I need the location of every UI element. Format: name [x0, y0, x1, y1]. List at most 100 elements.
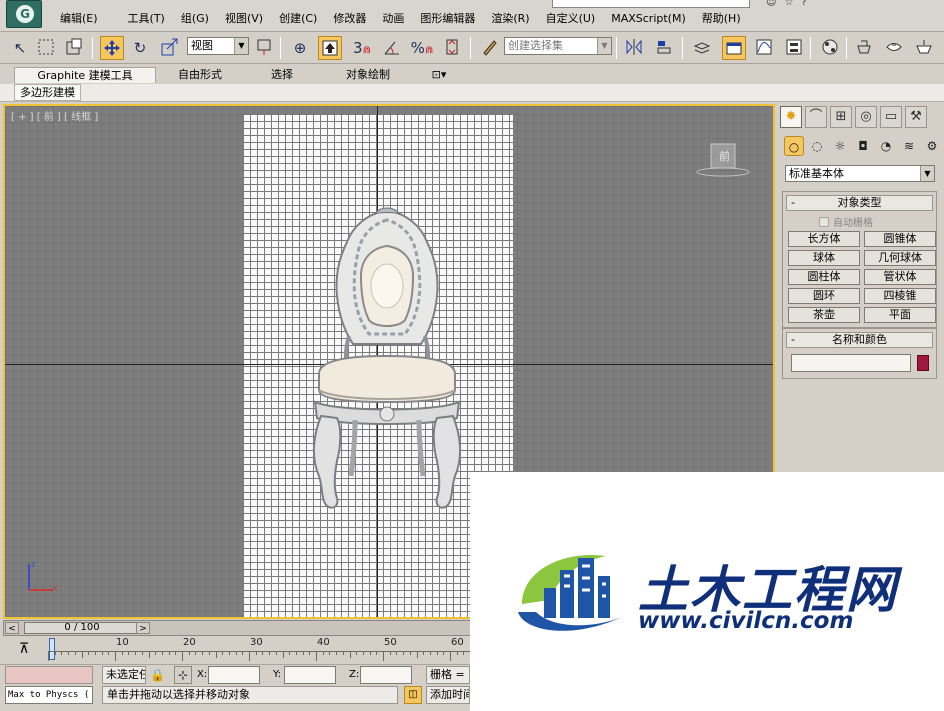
sphere-button[interactable]: 球体: [788, 250, 860, 266]
select-and-scale-icon[interactable]: [158, 36, 182, 60]
teapot-button[interactable]: 茶壶: [788, 307, 860, 323]
time-prev-arrow[interactable]: <: [5, 622, 19, 634]
time-next-arrow[interactable]: >: [136, 622, 150, 634]
tube-button[interactable]: 管状体: [864, 269, 936, 285]
percent-snap-icon[interactable]: %⋒: [410, 36, 434, 60]
lock-icon[interactable]: 🔒: [150, 668, 165, 682]
z-coord-input[interactable]: [360, 666, 412, 684]
viewport-label[interactable]: [ + ] [ 前 ] [ 线框 ]: [11, 108, 98, 123]
object-type-header[interactable]: - 对象类型: [786, 195, 933, 211]
manipulate-icon[interactable]: ⊕: [288, 36, 312, 60]
ruler-tick: [141, 652, 143, 655]
motion-tab-icon[interactable]: ◎: [855, 106, 877, 128]
y-coord-input[interactable]: [284, 666, 336, 684]
space-warps-icon[interactable]: ≋: [899, 136, 919, 156]
favorites-icon[interactable]: ☆: [784, 0, 793, 8]
time-slider-thumb[interactable]: 0 / 100: [24, 622, 140, 634]
menu-views[interactable]: 视图(V): [217, 12, 271, 26]
tab-freeform[interactable]: 自由形式: [164, 67, 236, 83]
ribbon-options-icon[interactable]: ⊡▾: [424, 67, 454, 83]
ruler-tick: [68, 652, 70, 655]
shapes-icon[interactable]: ◌: [807, 136, 827, 156]
menu-maxscript[interactable]: MAXScript(M): [603, 12, 694, 26]
menu-customize[interactable]: 自定义(U): [538, 12, 604, 26]
open-mini-curve-editor-icon[interactable]: ⊼: [12, 639, 36, 659]
material-editor-icon[interactable]: [818, 36, 842, 60]
tab-selection[interactable]: 选择: [254, 67, 310, 83]
menu-group[interactable]: 组(G): [173, 12, 217, 26]
x-coord-input[interactable]: [208, 666, 260, 684]
snaps-toggle-icon[interactable]: 3⋒: [350, 36, 374, 60]
torus-button[interactable]: 圆环: [788, 288, 860, 304]
render-setup-icon[interactable]: [852, 36, 876, 60]
cylinder-button[interactable]: 圆柱体: [788, 269, 860, 285]
select-link-icon[interactable]: ↖: [8, 36, 32, 60]
key-filter-icon[interactable]: ◫: [404, 686, 422, 704]
select-and-move-icon[interactable]: [100, 36, 124, 60]
time-slider[interactable]: < 0 / 100 >: [3, 620, 473, 636]
application-button[interactable]: G: [6, 0, 42, 28]
menu-tools[interactable]: 工具(T): [120, 12, 173, 26]
rect-selection-icon[interactable]: [34, 36, 58, 60]
help-icon[interactable]: ?: [801, 0, 806, 8]
box-button[interactable]: 长方体: [788, 231, 860, 247]
keyboard-shortcut-toggle-icon[interactable]: [318, 36, 342, 60]
angle-snap-icon[interactable]: [380, 36, 404, 60]
name-color-header[interactable]: - 名称和颜色: [786, 332, 933, 348]
schematic-view-icon[interactable]: [782, 36, 806, 60]
window-crossing-icon[interactable]: [62, 36, 86, 60]
absolute-mode-icon[interactable]: ⊹: [174, 666, 192, 684]
geometry-icon[interactable]: ○: [784, 136, 804, 156]
chair-model[interactable]: [297, 206, 477, 516]
pyramid-button[interactable]: 四棱锥: [864, 288, 936, 304]
rendered-frame-icon[interactable]: [882, 36, 906, 60]
spinner-snap-icon[interactable]: [440, 36, 464, 60]
mirror-icon[interactable]: [622, 36, 646, 60]
ribbon-tabs: Graphite 建模工具 自由形式 选择 对象绘制 ⊡▾: [0, 65, 944, 84]
tab-object-paint[interactable]: 对象绘制: [326, 67, 410, 83]
menu-help[interactable]: 帮助(H): [694, 12, 749, 26]
align-icon[interactable]: [652, 36, 676, 60]
menu-animation[interactable]: 动画: [374, 12, 412, 26]
select-and-rotate-icon[interactable]: ↻: [128, 36, 152, 60]
modify-tab-icon[interactable]: ⌒: [805, 106, 827, 128]
tab-graphite-modeling[interactable]: Graphite 建模工具: [14, 67, 156, 83]
object-category-combo[interactable]: 标准基本体 ▼: [785, 165, 935, 182]
edit-named-selection-icon[interactable]: [478, 36, 502, 60]
cameras-icon[interactable]: ◘: [853, 136, 873, 156]
pivot-center-icon[interactable]: [252, 36, 276, 60]
render-production-icon[interactable]: [912, 36, 936, 60]
helpers-icon[interactable]: ◔: [876, 136, 896, 156]
reference-coord-combo[interactable]: 视图 ▼: [187, 37, 249, 55]
curve-editor-icon[interactable]: [752, 36, 776, 60]
menu-edit[interactable]: 编辑(E): [52, 12, 106, 26]
ruler-tick: [295, 652, 297, 655]
plane-button[interactable]: 平面: [864, 307, 936, 323]
communication-icon[interactable]: ☺: [766, 0, 776, 8]
geosphere-button[interactable]: 几何球体: [864, 250, 936, 266]
menu-rendering[interactable]: 渲染(R): [483, 12, 537, 26]
add-time-tag[interactable]: 添加时间: [426, 686, 470, 704]
display-tab-icon[interactable]: ▭: [880, 106, 902, 128]
menu-graph-editors[interactable]: 图形编辑器: [412, 12, 483, 26]
lights-icon[interactable]: ☼: [830, 136, 850, 156]
systems-icon[interactable]: ⚙: [922, 136, 942, 156]
object-type-buttons: 长方体 圆锥体 球体 几何球体 圆柱体 管状体 圆环 四棱锥 茶壶 平面: [783, 231, 936, 327]
hierarchy-tab-icon[interactable]: ⊞: [830, 106, 852, 128]
create-tab-icon[interactable]: ✸: [780, 106, 802, 128]
utilities-tab-icon[interactable]: ⚒: [905, 106, 927, 128]
maxscript-input[interactable]: Max to Physcs (: [5, 686, 93, 704]
object-color-swatch[interactable]: [917, 355, 929, 371]
graphite-toggle-icon[interactable]: [722, 36, 746, 60]
maxscript-mini-listener[interactable]: [5, 666, 93, 684]
cone-button[interactable]: 圆锥体: [864, 231, 936, 247]
autogrid-checkbox[interactable]: 自动栅格: [819, 214, 936, 229]
menu-modifiers[interactable]: 修改器: [325, 12, 374, 26]
track-bar[interactable]: ⊼ 10 20 30 40 50 60: [0, 637, 472, 663]
search-box[interactable]: [552, 0, 750, 8]
object-name-input[interactable]: [791, 354, 911, 372]
menu-create[interactable]: 创建(C): [271, 12, 325, 26]
tab-polygon-modeling[interactable]: 多边形建模: [14, 84, 81, 101]
named-selection-set-combo[interactable]: 创建选择集 ▼: [504, 37, 612, 55]
layer-manager-icon[interactable]: [690, 36, 714, 60]
